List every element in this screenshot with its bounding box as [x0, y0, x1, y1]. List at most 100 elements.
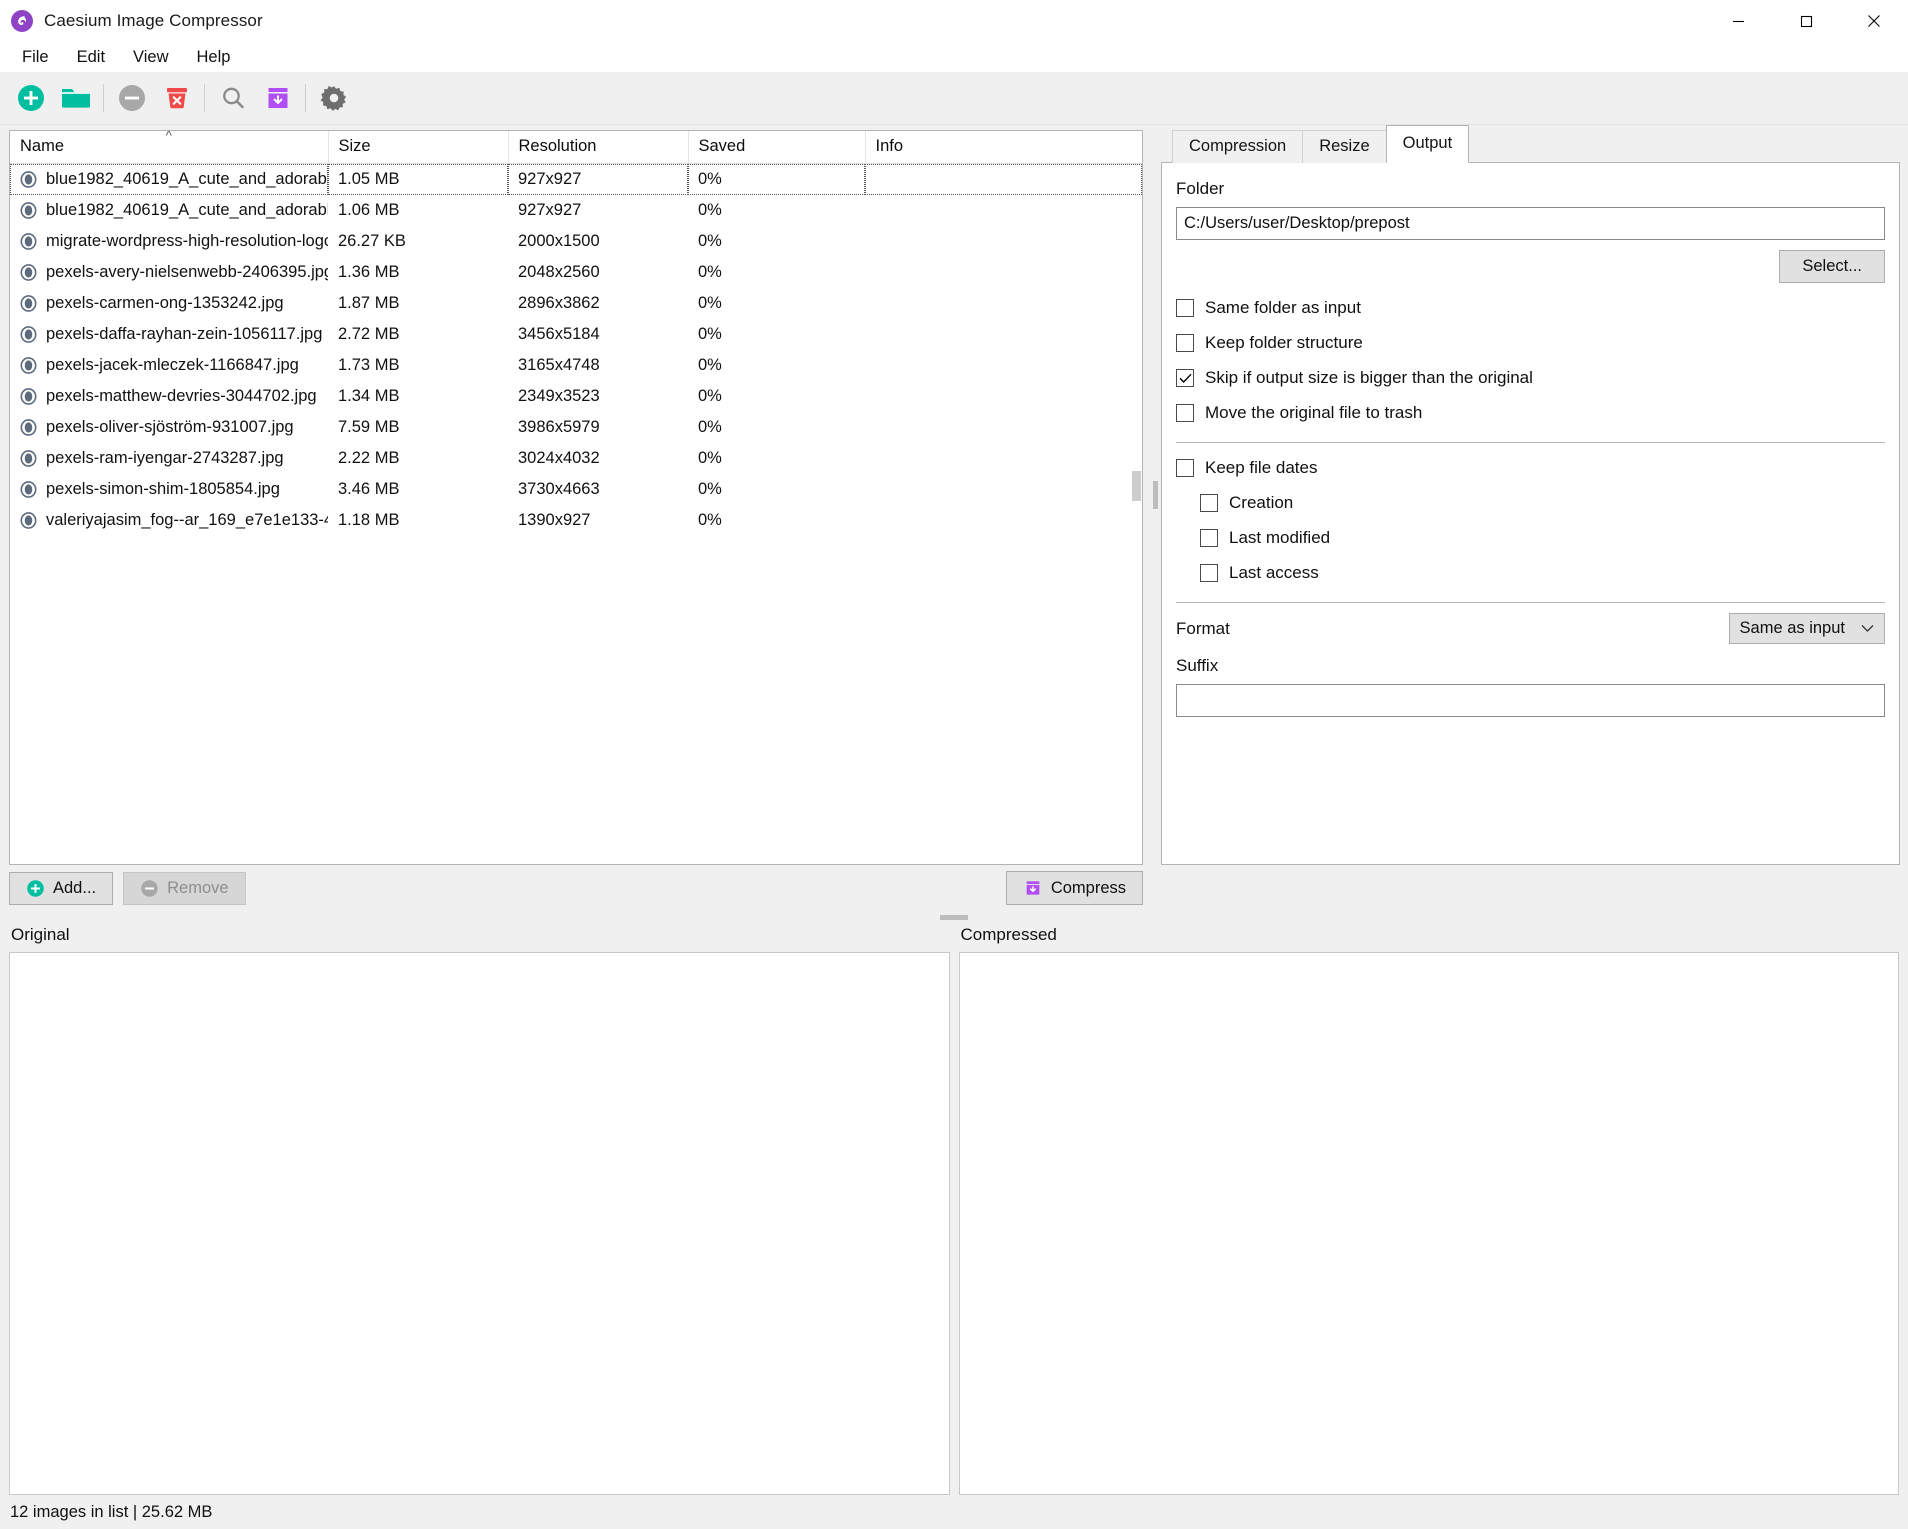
- file-resolution-text: 3456x5184: [518, 325, 600, 343]
- table-row[interactable]: pexels-jacek-mleczek-1166847.jpg 1.73 MB 3…: [10, 350, 1142, 381]
- cell-name: pexels-simon-shim-1805854.jpg: [10, 474, 328, 505]
- file-name-text: migrate-wordpress-high-resolution-logo-: [46, 232, 328, 250]
- file-resolution-text: 3165x4748: [518, 356, 600, 374]
- compress-button[interactable]: Compress: [1005, 871, 1143, 905]
- checkbox-keep-folder-structure[interactable]: Keep folder structure: [1176, 333, 1885, 353]
- file-saved-text: 0%: [698, 480, 722, 498]
- checkbox-label: Creation: [1229, 493, 1294, 512]
- file-list-pane: ^ Name Size Resolution Saved Info blue19…: [0, 125, 1150, 865]
- image-file-icon: [20, 481, 37, 498]
- column-header-info[interactable]: Info: [865, 131, 1142, 164]
- vertical-splitter[interactable]: [1150, 125, 1161, 865]
- format-select[interactable]: Same as input: [1728, 613, 1885, 644]
- file-name-text: blue1982_40619_A_cute_and_adorable_Ar: [46, 170, 328, 188]
- format-selected-value: Same as input: [1739, 619, 1845, 637]
- settings-button[interactable]: [311, 76, 356, 121]
- menu-view[interactable]: View: [119, 45, 182, 70]
- checkbox-box: [1200, 529, 1218, 547]
- table-row[interactable]: pexels-ram-iyengar-2743287.jpg 2.22 MB 302…: [10, 443, 1142, 474]
- checkbox-keep-file-dates[interactable]: Keep file dates: [1176, 458, 1885, 478]
- menu-file[interactable]: File: [8, 45, 63, 70]
- cell-name: pexels-matthew-devries-3044702.jpg: [10, 381, 328, 412]
- compress-toolbar-button[interactable]: [255, 76, 300, 121]
- table-row[interactable]: valeriyajasim_fog--ar_169_e7e1e133-46c5 1…: [10, 505, 1142, 536]
- status-text: 12 images in list | 25.62 MB: [10, 1502, 213, 1521]
- file-list-scrollbar-thumb[interactable]: [1132, 471, 1141, 501]
- table-row[interactable]: pexels-avery-nielsenwebb-2406395.jpg 1.36…: [10, 257, 1142, 288]
- column-header-name[interactable]: ^ Name: [10, 131, 329, 164]
- file-name-text: pexels-daffa-rayhan-zein-1056117.jpg: [46, 325, 323, 343]
- minimize-icon[interactable]: [1704, 0, 1772, 42]
- file-saved-text: 0%: [688, 163, 865, 195]
- table-row[interactable]: pexels-simon-shim-1805854.jpg 3.46 MB 3730…: [10, 474, 1142, 505]
- application-window: Caesium Image Compressor File Edit View …: [0, 0, 1908, 1529]
- file-size-text: 1.05 MB: [328, 163, 508, 195]
- checkbox-label: Same folder as input: [1205, 298, 1361, 317]
- column-header-resolution[interactable]: Resolution: [508, 131, 689, 164]
- checkbox-same-folder-as-input[interactable]: Same folder as input: [1176, 298, 1885, 318]
- file-saved-text: 0%: [698, 263, 722, 281]
- file-dates-group: Keep file dates Creation Last modified L…: [1176, 458, 1885, 583]
- column-header-size[interactable]: Size: [328, 131, 509, 164]
- checkbox-move-original-to-trash[interactable]: Move the original file to trash: [1176, 403, 1885, 423]
- checkbox-last-modified-date[interactable]: Last modified: [1200, 528, 1885, 548]
- cell-name: pexels-daffa-rayhan-zein-1056117.jpg: [10, 319, 328, 350]
- file-resolution-text: 927x927: [508, 163, 688, 195]
- menu-edit[interactable]: Edit: [63, 45, 119, 70]
- menu-help[interactable]: Help: [183, 45, 245, 70]
- table-row[interactable]: migrate-wordpress-high-resolution-logo- 2…: [10, 226, 1142, 257]
- suffix-input[interactable]: [1176, 684, 1885, 717]
- table-row[interactable]: pexels-daffa-rayhan-zein-1056117.jpg 2.72…: [10, 319, 1142, 350]
- tab-resize[interactable]: Resize: [1302, 130, 1387, 163]
- table-row[interactable]: blue1982_40619_A_cute_and_adorable_Ar1.0…: [10, 163, 1142, 195]
- remove-button-label: Remove: [167, 878, 229, 897]
- preview-button[interactable]: [210, 76, 255, 121]
- file-saved-text: 0%: [698, 449, 722, 467]
- table-row[interactable]: pexels-carmen-ong-1353242.jpg 1.87 MB 2896…: [10, 288, 1142, 319]
- add-button[interactable]: Add...: [9, 871, 114, 905]
- file-size-text: 26.27 KB: [338, 232, 406, 250]
- table-row[interactable]: pexels-oliver-sjöström-931007.jpg 7.59 MB…: [10, 412, 1142, 443]
- cell-name: blue1982_40619_A_cute_and_adorable_Ar: [10, 195, 328, 226]
- tab-compression[interactable]: Compression: [1172, 130, 1304, 163]
- checkbox-label: Last modified: [1229, 528, 1331, 547]
- status-bar: 12 images in list | 25.62 MB: [0, 1495, 1908, 1529]
- file-size-text: 2.22 MB: [338, 449, 400, 467]
- file-size-text: 1.36 MB: [338, 263, 400, 281]
- add-files-button[interactable]: [8, 76, 53, 121]
- table-row[interactable]: blue1982_40619_A_cute_and_adorable_Ar1.0…: [10, 195, 1142, 226]
- checkbox-label: Keep file dates: [1205, 458, 1318, 477]
- file-resolution-text: 2349x3523: [518, 387, 600, 405]
- output-folder-input[interactable]: [1176, 207, 1885, 240]
- file-info-text: [865, 257, 1142, 288]
- remove-button-bottom[interactable]: Remove: [123, 871, 246, 905]
- column-header-saved[interactable]: Saved: [688, 131, 866, 164]
- file-info-text: [865, 226, 1142, 257]
- close-icon[interactable]: [1840, 0, 1908, 42]
- remove-button[interactable]: [109, 76, 154, 121]
- cell-name: pexels-carmen-ong-1353242.jpg: [10, 288, 328, 319]
- tab-output[interactable]: Output: [1385, 125, 1470, 163]
- select-folder-button[interactable]: Select...: [1779, 250, 1885, 283]
- add-folder-button[interactable]: [53, 76, 98, 121]
- file-info-text: [865, 319, 1142, 350]
- checkbox-skip-if-bigger[interactable]: Skip if output size is bigger than the o…: [1176, 368, 1885, 388]
- clear-list-button[interactable]: [154, 76, 199, 121]
- file-list-frame: ^ Name Size Resolution Saved Info blue19…: [9, 130, 1143, 865]
- file-name-text: pexels-ram-iyengar-2743287.jpg: [46, 449, 284, 467]
- original-preview-canvas[interactable]: [9, 952, 950, 1495]
- output-tab-panel: Folder Select... Same folder as input: [1161, 162, 1900, 865]
- compressed-preview-canvas[interactable]: [958, 952, 1899, 1495]
- table-row[interactable]: pexels-matthew-devries-3044702.jpg 1.34 M…: [10, 381, 1142, 412]
- image-file-icon: [20, 388, 37, 405]
- divider-1: [1176, 442, 1885, 443]
- toolbar-separator-2: [204, 84, 205, 112]
- checkbox-box: [1176, 334, 1194, 352]
- checkbox-last-access-date[interactable]: Last access: [1200, 563, 1885, 583]
- horizontal-splitter[interactable]: [0, 911, 1908, 923]
- file-saved-text: 0%: [698, 387, 722, 405]
- checkbox-creation-date[interactable]: Creation: [1200, 493, 1885, 513]
- main-content-area: ^ Name Size Resolution Saved Info blue19…: [0, 125, 1908, 865]
- maximize-icon[interactable]: [1772, 0, 1840, 42]
- file-info-text: [865, 195, 1142, 226]
